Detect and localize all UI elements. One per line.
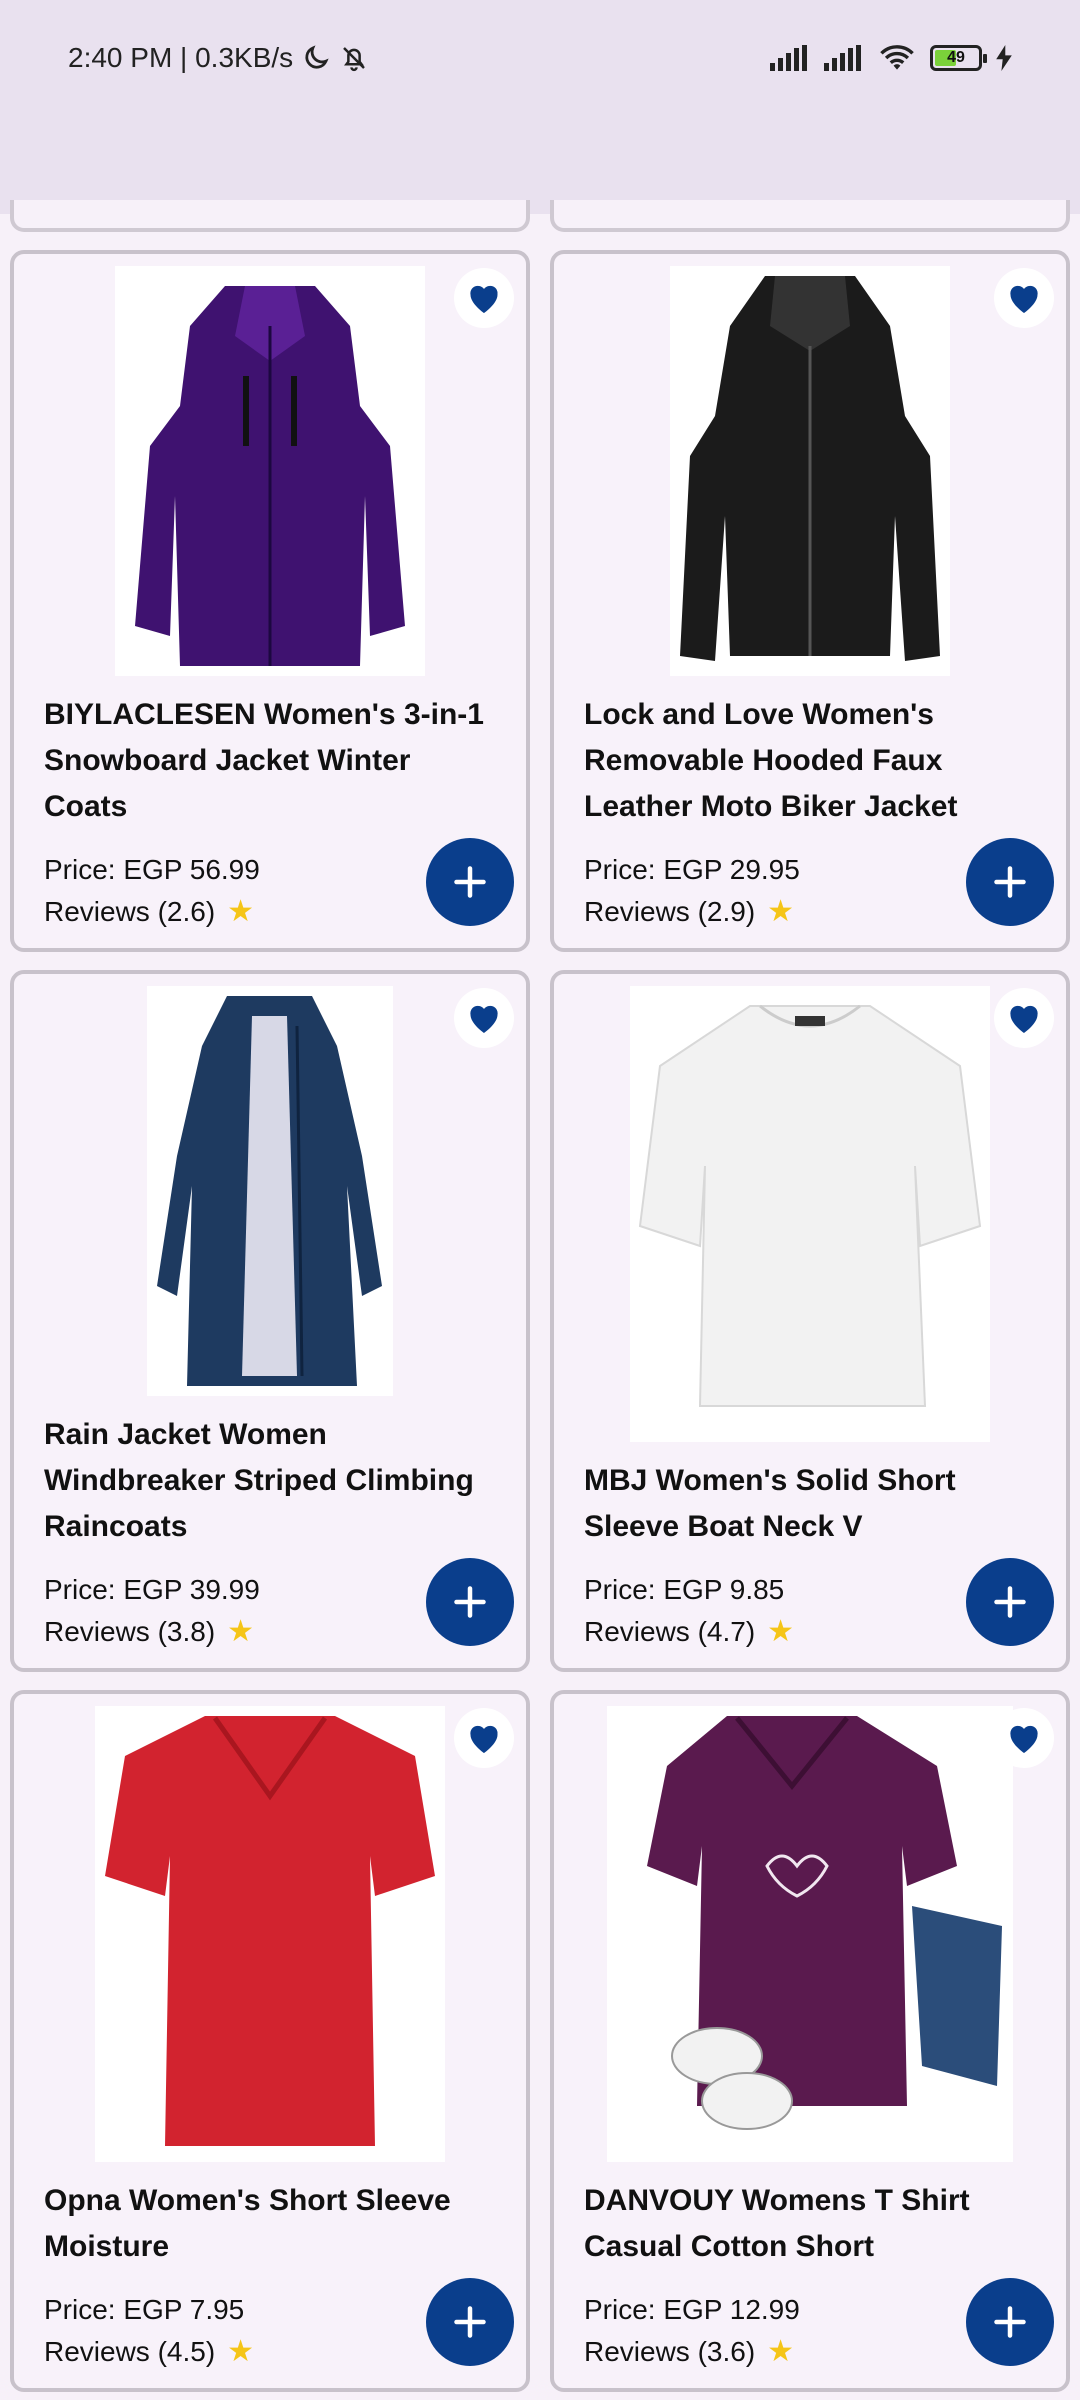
product-image <box>670 266 950 676</box>
wifi-icon <box>880 45 914 70</box>
add-to-cart-button[interactable] <box>426 1558 514 1646</box>
product-image <box>607 1706 1013 2162</box>
heart-icon <box>470 1725 498 1753</box>
product-image <box>115 266 425 676</box>
product-reviews: Reviews (4.5) ★ <box>44 2336 254 2368</box>
product-reviews: Reviews (3.6) ★ <box>584 2336 794 2368</box>
favorite-button[interactable] <box>454 988 514 1048</box>
heart-icon <box>470 285 498 313</box>
star-icon: ★ <box>227 1615 255 1648</box>
star-icon: ★ <box>767 895 795 928</box>
plus-icon <box>454 1586 486 1618</box>
status-bar: 2:40 PM | 0.3KB/s 49 <box>0 0 1080 214</box>
heart-icon <box>470 1005 498 1033</box>
reviews-text: Reviews (3.6) <box>584 2336 756 2367</box>
reviews-text: Reviews (3.8) <box>44 1616 216 1647</box>
product-card[interactable]: Rain Jacket Women Windbreaker Striped Cl… <box>10 970 530 1672</box>
product-card[interactable]: DANVOUY Womens T Shirt Casual Cotton Sho… <box>550 1690 1070 2392</box>
reviews-text: Reviews (2.6) <box>44 896 216 927</box>
product-title: MBJ Women's Solid Short Sleeve Boat Neck… <box>584 1464 956 1543</box>
product-reviews: Reviews (4.7) ★ <box>584 1616 794 1648</box>
plus-icon <box>994 866 1026 898</box>
reviews-text: Reviews (2.9) <box>584 896 756 927</box>
product-image <box>147 986 393 1396</box>
product-reviews: Reviews (3.8) ★ <box>44 1616 254 1648</box>
add-to-cart-button[interactable] <box>426 2278 514 2366</box>
favorite-button[interactable] <box>994 988 1054 1048</box>
product-price: Price: EGP 12.99 <box>584 2294 800 2325</box>
product-title: Opna Women's Short Sleeve Moisture <box>44 2184 451 2263</box>
product-card[interactable]: Lock and Love Women's Removable Hooded F… <box>550 250 1070 952</box>
product-price: Price: EGP 9.85 <box>584 1574 785 1605</box>
status-left: 2:40 PM | 0.3KB/s <box>68 38 369 78</box>
star-icon: ★ <box>227 895 255 928</box>
product-title: Lock and Love Women's Removable Hooded F… <box>584 698 958 823</box>
favorite-button[interactable] <box>994 268 1054 328</box>
star-icon: ★ <box>227 2335 255 2368</box>
star-icon: ★ <box>767 2335 795 2368</box>
heart-icon <box>1010 285 1038 313</box>
plus-icon <box>994 1586 1026 1618</box>
battery-level: 49 <box>947 49 965 66</box>
product-card[interactable]: MBJ Women's Solid Short Sleeve Boat Neck… <box>550 970 1070 1672</box>
add-to-cart-button[interactable] <box>426 838 514 926</box>
product-card[interactable]: BIYLACLESEN Women's 3-in-1 Snowboard Jac… <box>10 250 530 952</box>
product-card[interactable]: Opna Women's Short Sleeve Moisture Price… <box>10 1690 530 2392</box>
product-card-partial[interactable] <box>10 200 530 232</box>
status-right: 49 <box>770 40 1012 76</box>
product-reviews: Reviews (2.6) ★ <box>44 896 254 928</box>
heart-icon <box>1010 1725 1038 1753</box>
product-image <box>95 1706 445 2162</box>
product-title: Rain Jacket Women Windbreaker Striped Cl… <box>44 1418 474 1543</box>
product-image <box>630 986 990 1442</box>
plus-icon <box>454 2306 486 2338</box>
product-card-partial[interactable] <box>550 200 1070 232</box>
signal-icon <box>770 45 807 71</box>
reviews-text: Reviews (4.7) <box>584 1616 756 1647</box>
product-title: BIYLACLESEN Women's 3-in-1 Snowboard Jac… <box>44 698 484 823</box>
add-to-cart-button[interactable] <box>966 1558 1054 1646</box>
product-price: Price: EGP 56.99 <box>44 854 260 885</box>
battery-indicator: 49 <box>930 45 987 71</box>
favorite-button[interactable] <box>454 268 514 328</box>
add-to-cart-button[interactable] <box>966 838 1054 926</box>
heart-icon <box>1010 1005 1038 1033</box>
product-price: Price: EGP 39.99 <box>44 1574 260 1605</box>
product-price: Price: EGP 7.95 <box>44 2294 245 2325</box>
reviews-text: Reviews (4.5) <box>44 2336 216 2367</box>
plus-icon <box>994 2306 1026 2338</box>
bell-off-icon <box>343 47 366 72</box>
product-reviews: Reviews (2.9) ★ <box>584 896 794 928</box>
favorite-button[interactable] <box>454 1708 514 1768</box>
favorite-button[interactable] <box>994 1708 1054 1768</box>
product-price: Price: EGP 29.95 <box>584 854 800 885</box>
charging-bolt-icon <box>996 45 1012 71</box>
moon-icon <box>305 45 329 69</box>
status-time-speed: 2:40 PM | 0.3KB/s <box>68 42 294 73</box>
star-icon: ★ <box>767 1615 795 1648</box>
add-to-cart-button[interactable] <box>966 2278 1054 2366</box>
product-title: DANVOUY Womens T Shirt Casual Cotton Sho… <box>584 2184 970 2263</box>
signal-icon <box>824 45 861 71</box>
plus-icon <box>454 866 486 898</box>
